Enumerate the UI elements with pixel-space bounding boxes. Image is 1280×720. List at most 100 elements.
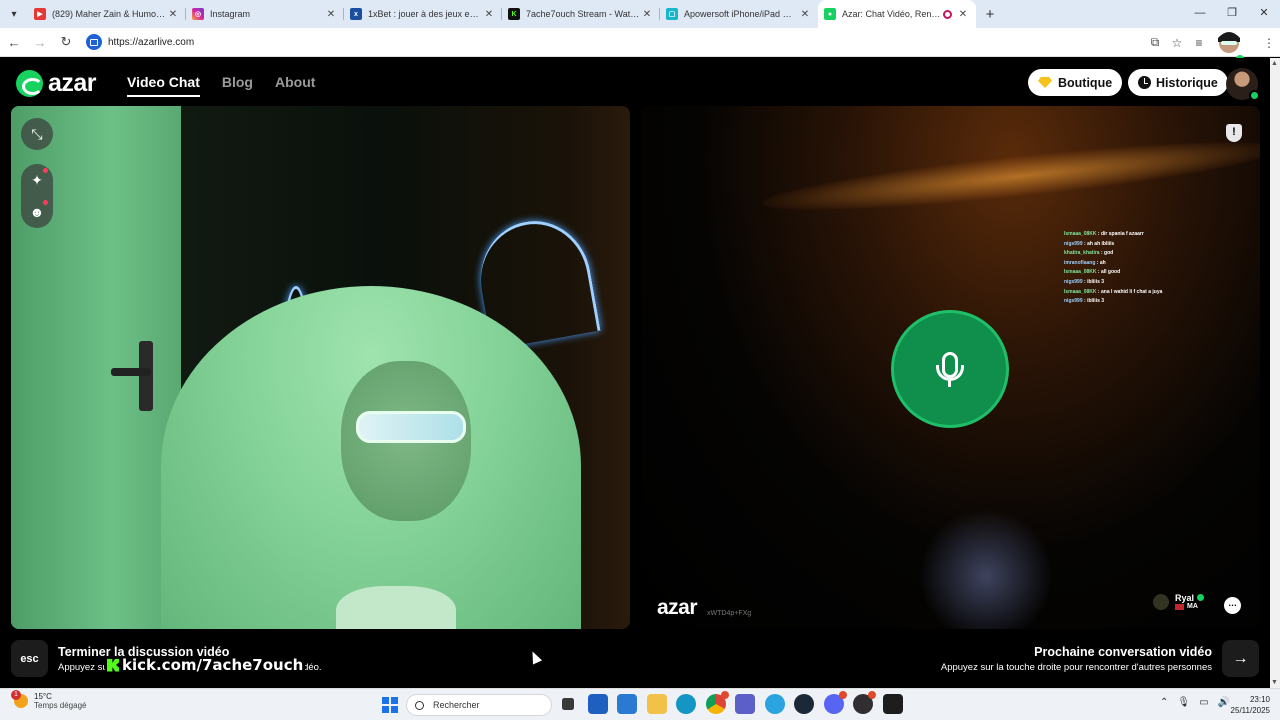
outlook-app-icon[interactable] bbox=[617, 694, 637, 714]
close-tab-icon[interactable]: ✕ bbox=[482, 9, 496, 20]
sticker-icon[interactable]: ☻ bbox=[21, 196, 53, 228]
tab-search-chevron-icon[interactable]: ▾ bbox=[0, 0, 28, 28]
back-icon[interactable]: ← bbox=[2, 35, 26, 50]
obs-app-icon[interactable] bbox=[853, 691, 876, 714]
address-bar: ← → ↻ https://azarlive.com ⧉ ☆ ≡ ⋮ bbox=[0, 28, 1280, 66]
recording-icon bbox=[943, 9, 952, 19]
edge-browser-icon[interactable] bbox=[676, 694, 696, 714]
next-chat-hint: Appuyez sur la touche droite pour rencon… bbox=[940, 662, 1212, 673]
discord-app-icon[interactable] bbox=[823, 691, 847, 714]
nav-video-chat[interactable]: Video Chat bbox=[127, 74, 200, 97]
chrome-browser-icon[interactable] bbox=[705, 691, 729, 714]
scroll-up-icon[interactable]: ▲ bbox=[1271, 60, 1278, 67]
taskbar-apps bbox=[558, 691, 903, 714]
weather-sun-icon: 1 bbox=[11, 690, 28, 708]
peer-info[interactable]: Ryal MA bbox=[1153, 593, 1205, 610]
start-menu-icon[interactable] bbox=[382, 697, 398, 713]
end-chat-esc-button[interactable]: esc bbox=[11, 640, 48, 677]
tab-title: Instagram bbox=[210, 9, 251, 19]
system-tray: ⌃ 🎙 ▭ 🔊 bbox=[1160, 697, 1230, 708]
system-clock[interactable]: 23:10 25/11/2025 bbox=[1231, 694, 1270, 716]
windows-taskbar: 1 15°C Temps dégagé Rechercher ⌃ 🎙 ▭ 🔊 2… bbox=[0, 688, 1280, 720]
taskbar-search[interactable]: Rechercher bbox=[406, 694, 552, 716]
sparkle-effects-icon[interactable]: ✦ bbox=[21, 164, 53, 196]
new-tab-icon[interactable]: + bbox=[976, 6, 1004, 23]
browser-tab-active[interactable]: ● Azar: Chat Vidéo, Rencontre ✕ bbox=[818, 0, 976, 28]
azar-logo-icon bbox=[16, 70, 43, 97]
nav-blog[interactable]: Blog bbox=[222, 74, 253, 97]
user-avatar[interactable] bbox=[1226, 68, 1260, 101]
more-menu-icon[interactable]: ⋮ bbox=[1258, 36, 1280, 50]
verified-icon bbox=[1197, 594, 1205, 601]
boutique-button[interactable]: Boutique bbox=[1028, 69, 1123, 96]
microphone-button[interactable] bbox=[894, 313, 1006, 425]
microphone-tray-icon[interactable]: 🎙 bbox=[1177, 697, 1190, 708]
browser-tab[interactable]: ▢ Apowersoft iPhone/iPad Recorder ✕ bbox=[660, 0, 818, 28]
message-icon[interactable]: … bbox=[1224, 597, 1241, 614]
weather-widget[interactable]: 1 15°C Temps dégagé bbox=[11, 690, 87, 710]
chat-line: Ismaaa_08KK : all good bbox=[1064, 269, 1121, 276]
forward-icon[interactable]: → bbox=[28, 35, 52, 50]
maximize-icon[interactable]: ❐ bbox=[1216, 0, 1248, 28]
chat-line: nigs999 : ah ah ibliiis bbox=[1064, 240, 1115, 247]
tray-overflow-icon[interactable]: ⌃ bbox=[1160, 697, 1168, 708]
tab-title: 7ache7ouch Stream - Watch Live bbox=[526, 9, 640, 19]
display-icon[interactable]: ▭ bbox=[1199, 697, 1208, 708]
install-app-icon[interactable]: ⧉ bbox=[1144, 35, 1166, 50]
azar-logo[interactable]: azar bbox=[16, 69, 97, 98]
window-controls: — ❐ ✕ bbox=[1184, 0, 1280, 28]
url-field[interactable]: https://azarlive.com bbox=[86, 31, 1126, 53]
stream-chat-overlay: Ismaaa_08KK : dir spania f azaarr nigs99… bbox=[1064, 230, 1254, 307]
close-tab-icon[interactable]: ✕ bbox=[798, 9, 812, 20]
terminal-app-icon[interactable] bbox=[882, 694, 903, 714]
watermark-logo: azar bbox=[657, 596, 698, 619]
close-tab-icon[interactable]: ✕ bbox=[640, 9, 654, 20]
minimize-icon[interactable]: — bbox=[1184, 0, 1216, 28]
page-scrollbar[interactable]: ▲ ▼ bbox=[1270, 58, 1280, 688]
file-explorer-icon[interactable] bbox=[646, 694, 667, 714]
report-shield-icon[interactable]: ! bbox=[1226, 124, 1242, 142]
calculator-app-icon[interactable] bbox=[587, 694, 608, 714]
teams-app-icon[interactable] bbox=[735, 694, 755, 714]
weather-condition: Temps dégagé bbox=[34, 701, 87, 710]
steam-app-icon[interactable] bbox=[794, 694, 814, 714]
browser-tab[interactable]: x 1xBet : jouer à des jeux en ligne ✕ bbox=[344, 0, 502, 28]
fullscreen-control[interactable]: ⤡ bbox=[21, 118, 53, 150]
morocco-flag-icon bbox=[1175, 603, 1184, 610]
close-tab-icon[interactable]: ✕ bbox=[956, 9, 970, 20]
scroll-down-icon[interactable]: ▼ bbox=[1271, 679, 1278, 686]
reading-list-icon[interactable]: ≡ bbox=[1188, 36, 1210, 50]
youtube-icon: ▶ bbox=[34, 8, 46, 20]
nav-about[interactable]: About bbox=[275, 74, 315, 97]
close-tab-icon[interactable]: ✕ bbox=[166, 9, 180, 20]
chat-line: Ismaaa_08KK : dir spania f azaarr bbox=[1064, 231, 1144, 237]
online-status-icon bbox=[1249, 90, 1260, 101]
self-video: ⤡ ✦ ☻ bbox=[11, 106, 630, 629]
partner-video: ! Ismaaa_08KK : dir spania f azaarr nigs… bbox=[641, 106, 1260, 629]
chat-line: khatira_khatira : god bbox=[1064, 250, 1114, 257]
kick-overlay-text: kick.com/7ache7ouch bbox=[122, 656, 304, 674]
reload-icon[interactable]: ↻ bbox=[54, 34, 78, 50]
historique-button[interactable]: Historique bbox=[1128, 69, 1228, 96]
bookmark-star-icon[interactable]: ☆ bbox=[1166, 36, 1188, 50]
chat-line: nigs999 : ibliiis 3 bbox=[1064, 298, 1105, 305]
tab-title: 1xBet : jouer à des jeux en ligne bbox=[368, 9, 482, 19]
task-view-icon[interactable] bbox=[562, 698, 574, 710]
browser-tab[interactable]: ◎ Instagram ✕ bbox=[186, 0, 344, 28]
clock-date: 25/11/2025 bbox=[1230, 706, 1270, 715]
close-window-icon[interactable]: ✕ bbox=[1248, 0, 1280, 28]
browser-tab[interactable]: K 7ache7ouch Stream - Watch Live ✕ bbox=[502, 0, 660, 28]
next-chat-button[interactable]: → bbox=[1222, 640, 1259, 677]
volume-icon[interactable]: 🔊 bbox=[1218, 697, 1230, 708]
close-tab-icon[interactable]: ✕ bbox=[324, 9, 338, 20]
telegram-app-icon[interactable] bbox=[764, 694, 785, 714]
1xbet-icon: x bbox=[350, 8, 362, 20]
clock-icon bbox=[1138, 76, 1151, 89]
exit-fullscreen-icon[interactable]: ⤡ bbox=[21, 118, 53, 150]
kick-channel-overlay: kick.com/7ache7ouch bbox=[105, 656, 306, 674]
watermark-code: xWTD4p+FXg bbox=[707, 610, 752, 617]
search-placeholder: Rechercher bbox=[433, 700, 480, 710]
browser-tab[interactable]: ▶ (829) Maher Zain & Humood - ✕ bbox=[28, 0, 186, 28]
site-info-icon[interactable] bbox=[86, 34, 102, 50]
gem-icon bbox=[1038, 77, 1052, 88]
